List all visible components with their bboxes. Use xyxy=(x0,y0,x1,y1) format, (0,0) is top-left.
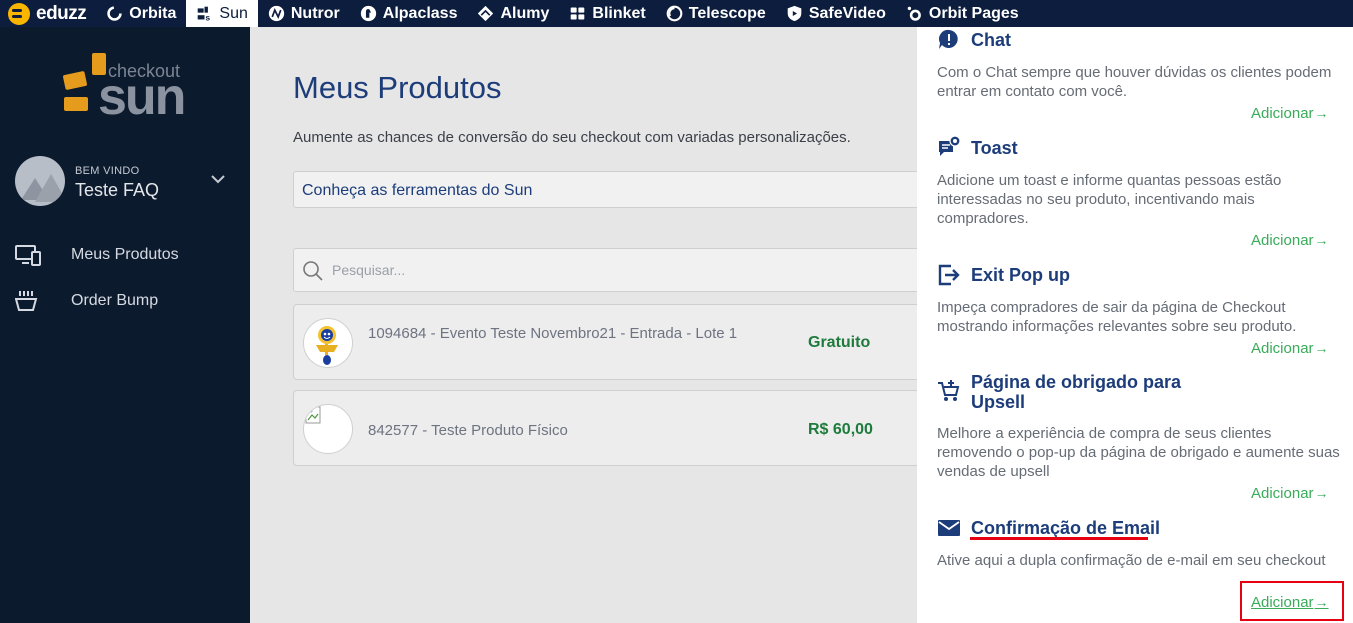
tool-description: Impeça compradores de sair da página de … xyxy=(937,299,1297,335)
add-exit-popup-link[interactable]: Adicionar→ xyxy=(1251,340,1329,357)
tab-nutror[interactable]: Nutror xyxy=(258,0,350,27)
avatar-placeholder-icon xyxy=(35,174,65,202)
product-thumbnail xyxy=(303,318,353,368)
arrow-right-icon: → xyxy=(1314,105,1329,121)
broken-image-icon xyxy=(305,406,321,424)
tab-telescope[interactable]: Telescope xyxy=(656,0,776,27)
avatar xyxy=(15,156,65,206)
chevron-down-icon[interactable] xyxy=(211,172,225,186)
add-chat-link[interactable]: Adicionar→ xyxy=(1251,105,1329,122)
page-title: Meus Produtos xyxy=(293,70,502,105)
tool-title: Página de obrigado para Upsell xyxy=(971,372,1182,412)
tab-label: Alumy xyxy=(500,4,550,22)
sidebar-item-label: Order Bump xyxy=(71,292,159,309)
sidebar-item-order-bump[interactable]: Order Bump xyxy=(0,286,250,316)
product-price: Gratuito xyxy=(808,334,871,351)
tab-alumy[interactable]: Alumy xyxy=(467,0,559,27)
tool-title: Toast xyxy=(971,138,1018,158)
tab-label: Nutror xyxy=(290,4,340,22)
red-box-annotation xyxy=(1240,581,1344,621)
logo-sun-text: sun xyxy=(98,68,186,126)
brand-name: eduzz xyxy=(36,2,87,24)
product-row[interactable]: 1094684 - Evento Teste Novembro21 - Entr… xyxy=(293,304,933,380)
email-icon xyxy=(938,520,960,536)
logo-block xyxy=(62,70,88,91)
welcome-label: BEM VINDO xyxy=(75,165,140,177)
product-name: 1094684 - Evento Teste Novembro21 - Entr… xyxy=(368,325,738,342)
logo-block xyxy=(64,97,88,111)
user-menu[interactable]: BEM VINDO Teste FAQ xyxy=(15,156,235,206)
main-content: Meus Produtos Aumente as chances de conv… xyxy=(250,27,933,623)
add-toast-link[interactable]: Adicionar→ xyxy=(1251,232,1329,249)
arrow-right-icon: → xyxy=(1314,340,1329,356)
orbita-icon xyxy=(107,6,123,21)
safevideo-icon xyxy=(787,5,802,22)
alpaclass-icon xyxy=(360,5,376,22)
tool-description: Com o Chat sempre que houver dúvidas os … xyxy=(937,64,1332,100)
sidebar: checkout sun BEM VINDO Teste FAQ Meus Pr… xyxy=(0,27,250,623)
product-name: 842577 - Teste Produto Físico xyxy=(368,422,568,439)
blinket-icon xyxy=(571,7,585,20)
sidebar-item-meus-produtos[interactable]: Meus Produtos xyxy=(0,240,250,270)
tab-blinket[interactable]: Blinket xyxy=(559,0,655,27)
tool-description: Adicione um toast e informe quantas pess… xyxy=(937,172,1282,227)
search-icon xyxy=(303,261,323,281)
tab-label: Telescope xyxy=(688,4,766,22)
page-subtitle: Aumente as chances de conversão do seu c… xyxy=(293,129,851,146)
sun-tools-accordion[interactable]: Conheça as ferramentas do Sun xyxy=(293,171,933,208)
arrow-right-icon: → xyxy=(1314,485,1329,501)
product-thumbnail xyxy=(303,404,353,454)
tab-label: Alpaclass xyxy=(382,4,458,22)
search-input[interactable] xyxy=(332,259,912,281)
sidebar-item-label: Meus Produtos xyxy=(71,246,179,263)
tab-label: Orbita xyxy=(129,4,177,22)
tool-description: Ative aqui a dupla confirmação de e-mail… xyxy=(937,552,1326,569)
eduzz-logo-icon xyxy=(8,2,30,25)
user-name: Teste FAQ xyxy=(75,180,160,200)
mascot-icon xyxy=(316,326,338,365)
tab-label: SafeVideo xyxy=(808,4,886,22)
basket-icon xyxy=(15,291,38,311)
tool-description: Melhore a experiência de compra de seus … xyxy=(937,425,1340,480)
product-row[interactable]: 842577 - Teste Produto Físico R$ 60,00 xyxy=(293,390,933,466)
tab-label: Sun xyxy=(219,4,248,22)
red-underline-annotation xyxy=(970,537,1148,540)
product-price: R$ 60,00 xyxy=(808,421,873,438)
telescope-icon xyxy=(666,5,683,22)
eduzz-logo[interactable]: eduzz xyxy=(0,0,96,27)
tab-label: Blinket xyxy=(592,4,646,22)
tab-alpaclass[interactable]: Alpaclass xyxy=(350,0,468,27)
tab-label: Orbit Pages xyxy=(928,4,1019,22)
tab-safevideo[interactable]: SafeVideo xyxy=(776,0,896,27)
add-label: Adicionar xyxy=(1251,232,1314,249)
tab-sun[interactable]: s Sun xyxy=(186,0,258,27)
alumy-icon xyxy=(478,5,494,22)
top-navigation-bar: eduzz Orbita s Sun Nutror Alpaclass Alum… xyxy=(0,0,1353,27)
arrow-right-icon: → xyxy=(1314,232,1329,248)
tool-title: Chat xyxy=(971,30,1011,50)
add-label: Adicionar xyxy=(1251,340,1314,357)
search-box xyxy=(293,248,933,292)
tool-title: Exit Pop up xyxy=(971,265,1070,285)
sun-icon: s xyxy=(198,6,211,22)
toast-icon xyxy=(939,136,961,156)
add-upsell-link[interactable]: Adicionar→ xyxy=(1251,485,1329,502)
monitor-icon xyxy=(15,245,41,266)
orbit-pages-icon xyxy=(907,6,921,21)
tool-title: Confirmação de Email xyxy=(971,518,1161,538)
svg-text:s: s xyxy=(206,12,211,22)
cart-icon xyxy=(938,380,960,401)
tab-orbita[interactable]: Orbita xyxy=(96,0,186,27)
add-label: Adicionar xyxy=(1251,105,1314,122)
exit-icon xyxy=(938,264,960,286)
checkout-sun-logo[interactable]: checkout sun xyxy=(62,51,192,123)
tools-label: Conheça as ferramentas do Sun xyxy=(302,182,533,199)
chat-icon xyxy=(939,29,958,49)
nutror-icon xyxy=(268,5,285,22)
tools-drawer: Chat Com o Chat sempre que houver dúvida… xyxy=(917,27,1353,623)
tab-orbit-pages[interactable]: Orbit Pages xyxy=(896,0,1029,27)
add-label: Adicionar xyxy=(1251,485,1314,502)
